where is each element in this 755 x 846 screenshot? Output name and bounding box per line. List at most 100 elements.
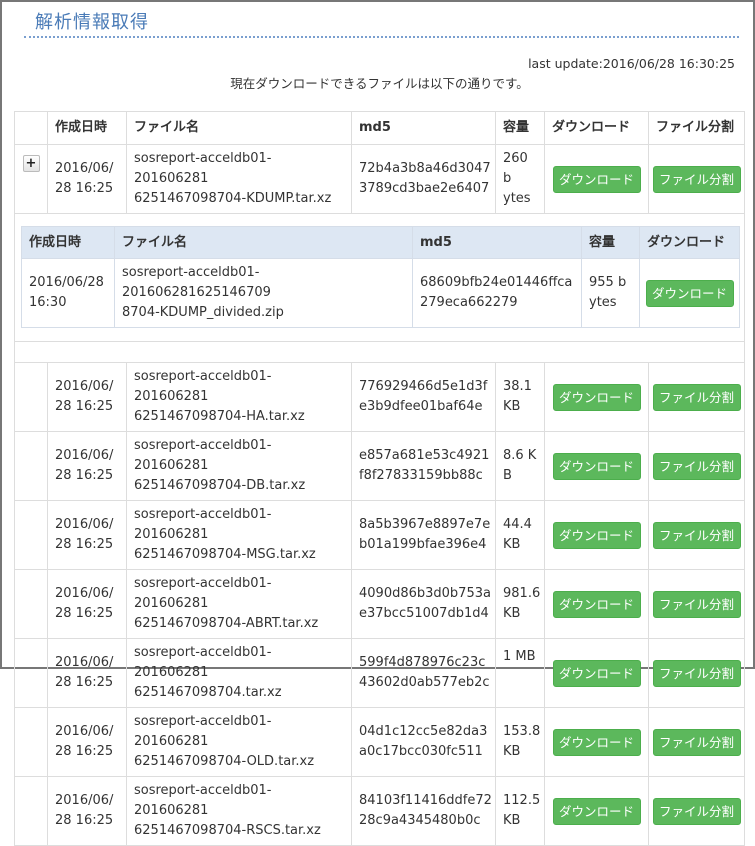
md5-line2: 3789cd3bae2e6407	[359, 181, 490, 196]
cell-download: ダウンロード	[544, 707, 649, 777]
size-line1: 38.1	[503, 379, 532, 394]
header-size: 容量	[495, 111, 545, 145]
cell-md5: 4090d86b3d0b753a e37bcc51007db1d4	[351, 569, 496, 639]
date-line2: 28 16:25	[55, 675, 114, 690]
cell-size: 38.1 KB	[495, 362, 545, 432]
split-file-button[interactable]: ファイル分割	[652, 452, 741, 480]
divided-header-md5: md5	[412, 226, 582, 259]
date-line1: 2016/06/	[55, 448, 114, 463]
download-button[interactable]: ダウンロード	[552, 797, 641, 825]
divided-md5-line1: 68609bfb24e01446ffca	[420, 275, 573, 290]
filename-line2: 6251467098704-MSG.tar.xz	[134, 547, 316, 562]
date-line1: 2016/06/	[55, 161, 114, 176]
split-file-button[interactable]: ファイル分割	[652, 383, 741, 411]
file-table: 作成日時 ファイル名 md5 容量 ダウンロード ファイル分割 + 2016/0…	[14, 111, 745, 846]
cell-split: ファイル分割	[648, 431, 745, 501]
cell-split: ファイル分割	[648, 362, 745, 432]
split-file-button[interactable]: ファイル分割	[652, 659, 741, 687]
table-row: 2016/06/28 16:25 sosreport-acceldb01-201…	[14, 707, 745, 777]
download-button[interactable]: ダウンロード	[552, 659, 641, 687]
filename-line1: sosreport-acceldb01-201606281	[134, 438, 272, 473]
divided-date-line1: 2016/06/28	[29, 275, 104, 290]
md5-line2: 43602d0ab577eb2c	[359, 675, 490, 690]
cell-filename: sosreport-acceldb01-201606281 62514670987…	[126, 500, 352, 570]
divided-files-row: 作成日時 ファイル名 md5 容量 ダウンロード 2016/06/28 16:3…	[14, 213, 745, 342]
filename-line1: sosreport-acceldb01-201606281	[134, 576, 272, 611]
expand-cell: +	[14, 144, 48, 214]
header-filename: ファイル名	[126, 111, 352, 145]
divided-table-row: 2016/06/28 16:30 sosreport-acceldb01-201…	[21, 258, 740, 328]
title-divider	[24, 36, 739, 38]
date-line1: 2016/06/	[55, 793, 114, 808]
last-update-text: last update:2016/06/28 16:30:25	[528, 56, 735, 71]
cell-size: 112.5 KB	[495, 776, 545, 846]
filename-line1: sosreport-acceldb01-201606281	[134, 645, 272, 680]
divided-files-cell: 作成日時 ファイル名 md5 容量 ダウンロード 2016/06/28 16:3…	[14, 213, 745, 342]
divided-download-button[interactable]: ダウンロード	[645, 279, 734, 307]
cell-date: 2016/06/28 16:25	[47, 638, 127, 708]
expand-cell	[14, 776, 48, 846]
download-button[interactable]: ダウンロード	[552, 452, 641, 480]
split-file-button[interactable]: ファイル分割	[652, 797, 741, 825]
cell-filename: sosreport-acceldb01-201606281 62514670987…	[126, 362, 352, 432]
date-line2: 28 16:25	[55, 606, 114, 621]
download-button[interactable]: ダウンロード	[552, 165, 641, 193]
expand-plus-icon[interactable]: +	[22, 155, 40, 172]
cell-date: 2016/06/28 16:25	[47, 500, 127, 570]
filename-line2: 6251467098704-OLD.tar.xz	[134, 754, 315, 769]
header-split: ファイル分割	[648, 111, 745, 145]
md5-line1: 84103f11416ddfe72	[359, 793, 492, 808]
filename-line1: sosreport-acceldb01-201606281	[134, 507, 272, 542]
download-button[interactable]: ダウンロード	[552, 728, 641, 756]
cell-date: 2016/06/ 28 16:25	[47, 144, 127, 214]
divided-filename-line1: sosreport-acceldb01-201606281625146709	[122, 265, 271, 300]
divided-cell-size: 955 b ytes	[581, 258, 640, 328]
split-file-button[interactable]: ファイル分割	[652, 728, 741, 756]
date-line1: 2016/06/	[55, 586, 114, 601]
download-button[interactable]: ダウンロード	[552, 383, 641, 411]
cell-download: ダウンロード	[544, 569, 649, 639]
divided-header-size: 容量	[581, 226, 640, 259]
date-line2: 28 16:25	[55, 399, 114, 414]
table-row: 2016/06/28 16:25 sosreport-acceldb01-201…	[14, 500, 745, 570]
file-table-container: 作成日時 ファイル名 md5 容量 ダウンロード ファイル分割 + 2016/0…	[14, 111, 745, 846]
expand-cell	[14, 500, 48, 570]
divided-files-panel: 作成日時 ファイル名 md5 容量 ダウンロード 2016/06/28 16:3…	[15, 214, 744, 341]
md5-line2: f8f27833159bb88c	[359, 468, 483, 483]
date-line1: 2016/06/	[55, 379, 114, 394]
page-title: 解析情報取得	[35, 12, 149, 33]
filename-line2: 6251467098704-ABRT.tar.xz	[134, 616, 319, 631]
cell-size: 153.8 KB	[495, 707, 545, 777]
cell-split: ファイル分割	[648, 144, 745, 214]
date-line2: 28 16:25	[55, 744, 114, 759]
split-file-button[interactable]: ファイル分割	[652, 165, 741, 193]
cell-md5: 72b4a3b8a46d3047 3789cd3bae2e6407	[351, 144, 496, 214]
cell-split: ファイル分割	[648, 776, 745, 846]
table-row: 2016/06/28 16:25 sosreport-acceldb01-201…	[14, 362, 745, 432]
download-button[interactable]: ダウンロード	[552, 521, 641, 549]
md5-line1: 8a5b3967e8897e7e	[359, 517, 491, 532]
cell-split: ファイル分割	[648, 500, 745, 570]
size-line2: KB	[503, 537, 521, 552]
filename-line2: 6251467098704.tar.xz	[134, 685, 282, 700]
cell-download: ダウンロード	[544, 431, 649, 501]
download-button[interactable]: ダウンロード	[552, 590, 641, 618]
md5-line1: 72b4a3b8a46d3047	[359, 161, 491, 176]
cell-date: 2016/06/28 16:25	[47, 362, 127, 432]
md5-line1: e857a681e53c4921	[359, 448, 490, 463]
divided-cell-date: 2016/06/28 16:30	[21, 258, 115, 328]
split-file-button[interactable]: ファイル分割	[652, 590, 741, 618]
split-file-button[interactable]: ファイル分割	[652, 521, 741, 549]
download-notice: 現在ダウンロードできるファイルは以下の通りです。	[230, 76, 529, 91]
filename-line1: sosreport-acceldb01-201606281	[134, 369, 272, 404]
md5-line1: 04d1c12cc5e82da3	[359, 724, 488, 739]
size-line1: 8.6 K	[503, 448, 537, 463]
cell-date: 2016/06/28 16:25	[47, 431, 127, 501]
cell-md5: 8a5b3967e8897e7e b01a199bfae396e4	[351, 500, 496, 570]
cell-size: 260 b ytes	[495, 144, 545, 214]
date-line2: 28 16:25	[55, 468, 114, 483]
cell-filename: sosreport-acceldb01-201606281 62514670987…	[126, 569, 352, 639]
header-md5: md5	[351, 111, 496, 145]
divided-size-line1: 955 b	[589, 275, 627, 290]
table-row: 2016/06/28 16:25 sosreport-acceldb01-201…	[14, 569, 745, 639]
